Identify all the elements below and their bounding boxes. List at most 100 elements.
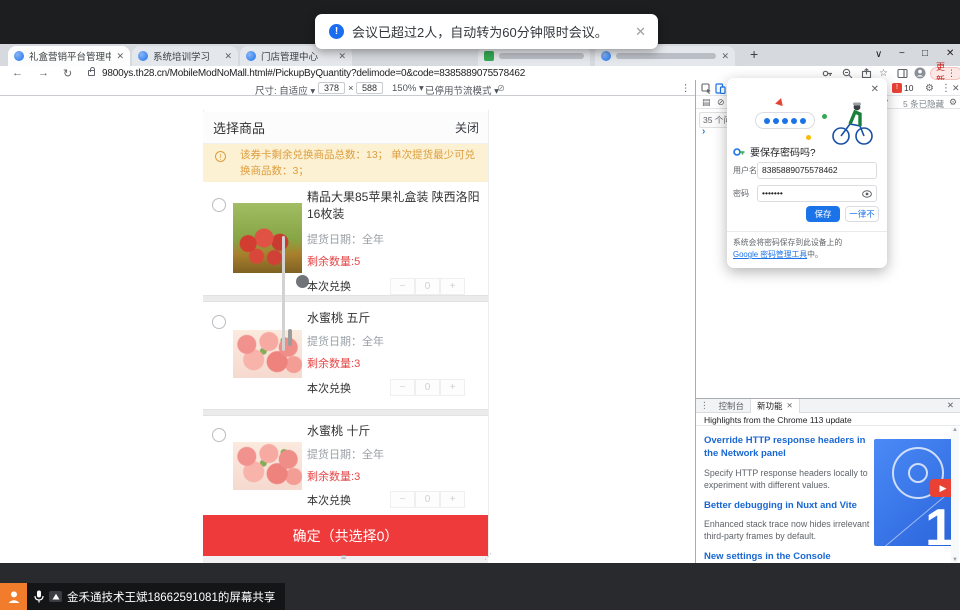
chrome-update-button[interactable]: 更新 ⋮ xyxy=(930,67,960,80)
browser-tab-5[interactable]: ✕ xyxy=(595,46,735,66)
share-pill: 金禾通技术王斌18662591081的屏幕共享 xyxy=(27,583,285,610)
tab-close-icon[interactable]: ✕ xyxy=(787,401,793,410)
whatsnew-link[interactable]: Override HTTP response headers in the Ne… xyxy=(704,435,872,461)
hidden-messages-label[interactable]: 5 条已隐藏 xyxy=(903,98,944,110)
confirm-button[interactable]: 确定（共选择0） xyxy=(203,515,488,556)
browser-tab-4[interactable] xyxy=(478,46,590,66)
show-password-eye-icon[interactable] xyxy=(862,190,872,198)
password-manager-link[interactable]: Google 密码管理工具 xyxy=(733,250,807,259)
console-settings-gear-icon[interactable]: ⚙ xyxy=(949,97,957,108)
never-save-button[interactable]: 一律不 xyxy=(845,206,879,222)
product-radio[interactable] xyxy=(212,428,226,442)
device-toolbar-menu-icon[interactable]: ⋮ xyxy=(681,83,691,94)
tab-close-icon[interactable]: ✕ xyxy=(721,51,729,62)
whatsnew-link[interactable]: New settings in the Console xyxy=(704,551,872,564)
google-key-icon xyxy=(733,146,745,158)
device-size-select[interactable]: 尺寸: 自适应 ▾ xyxy=(255,83,315,97)
qty-minus-button[interactable]: − xyxy=(390,278,415,295)
chrome-113-image: ▶ 1 xyxy=(874,439,956,546)
tab-whats-new[interactable]: 新功能 ✕ xyxy=(750,399,800,413)
devtools-settings-gear-icon[interactable]: ⚙ xyxy=(925,83,934,94)
username-field[interactable]: 8385889075578462 xyxy=(757,162,877,179)
product-card-3[interactable]: 水蜜桃 十斤 提货日期：全年 剩余数量:3 本次兑换 − 0 + xyxy=(203,416,488,515)
viewport-scrollbar-thumb[interactable] xyxy=(288,329,292,346)
qty-value[interactable]: 0 xyxy=(415,491,440,508)
microphone-icon[interactable] xyxy=(34,590,44,603)
meeting-toast: ! 会议已超过2人，自动转为60分钟限时会议。 ✕ xyxy=(315,14,658,49)
window-maximize-button[interactable]: □ xyxy=(922,48,928,59)
address-bar[interactable]: 9800ys.th28.cn/MobileModNoMall.html#/Pic… xyxy=(102,68,525,79)
devtools-menu-icon[interactable]: ⋮ xyxy=(941,83,951,94)
qty-plus-button[interactable]: + xyxy=(440,491,465,508)
yellow-dot xyxy=(806,135,811,140)
drawer-menu-icon[interactable]: ⋮ xyxy=(696,399,713,413)
qty-plus-button[interactable]: + xyxy=(440,379,465,396)
password-label: 密码 xyxy=(733,188,757,199)
save-password-button[interactable]: 保存 xyxy=(806,206,840,222)
modal-scrollbar-thumb[interactable] xyxy=(282,236,285,351)
product-card-1[interactable]: 精品大果85苹果礼盒装 陕西洛阳16枚装 提货日期：全年 剩余数量:5 本次兑换… xyxy=(203,182,488,295)
qty-minus-button[interactable]: − xyxy=(390,379,415,396)
reload-icon[interactable]: ↻ xyxy=(63,67,72,80)
error-count-badge[interactable]: ! 10 xyxy=(892,83,913,93)
whatsnew-link[interactable]: Better debugging in Nuxt and Vite xyxy=(704,500,872,513)
console-prompt[interactable]: › xyxy=(702,126,705,137)
profile-avatar[interactable] xyxy=(914,67,926,79)
card-separator xyxy=(203,409,488,416)
tab-console[interactable]: 控制台 xyxy=(713,399,751,413)
drawer-scrollbar[interactable]: ▲ ▼ xyxy=(951,427,959,563)
scroll-up-icon[interactable]: ▲ xyxy=(952,427,958,433)
back-icon[interactable]: ← xyxy=(12,67,23,79)
device-zoom-select[interactable]: 150% ▾ xyxy=(392,83,424,94)
info-icon: ! xyxy=(215,151,226,162)
modal-close-button[interactable]: 关闭 xyxy=(455,119,479,136)
remaining-qty: 剩余数量:5 xyxy=(307,253,481,269)
apples-photo xyxy=(233,203,302,273)
tab-close-icon[interactable]: ✕ xyxy=(116,51,124,62)
new-tab-button[interactable]: + xyxy=(750,46,758,62)
side-panel-icon[interactable] xyxy=(897,68,908,79)
tab-close-icon[interactable]: ✕ xyxy=(224,51,232,62)
save-password-dialog: ✕ 要保存密码吗? 用户名 838588907557846 xyxy=(727,78,887,268)
throttle-select[interactable]: 已停用节流模式 ▾ xyxy=(425,83,499,97)
window-close-button[interactable]: ✕ xyxy=(946,48,954,59)
drawer-close-icon[interactable]: ✕ xyxy=(947,400,954,411)
lock-icon[interactable] xyxy=(88,70,95,76)
console-sidebar-icon[interactable]: ▤ xyxy=(702,97,711,108)
console-clear-icon[interactable]: ⊘ xyxy=(717,97,725,108)
tab-close-icon[interactable]: ✕ xyxy=(338,51,346,62)
browser-tab-3[interactable]: 门店管理中心 ✕ xyxy=(240,46,352,66)
qty-minus-button[interactable]: − xyxy=(390,491,415,508)
qty-value[interactable]: 0 xyxy=(415,379,440,396)
product-radio[interactable] xyxy=(212,315,226,329)
drawer-tab-bar: ⋮ 控制台 新功能 ✕ ✕ xyxy=(696,399,960,413)
drag-handle-icon[interactable]: ≡ xyxy=(341,552,346,562)
browser-tab-2[interactable]: 系统培训学习 ✕ xyxy=(132,46,238,66)
product-card-2[interactable]: 水蜜桃 五斤 提货日期：全年 剩余数量:3 本次兑换 − 0 + xyxy=(203,302,488,409)
forward-icon[interactable]: → xyxy=(38,67,49,79)
window-minimize-button[interactable]: − xyxy=(899,48,905,59)
product-radio[interactable] xyxy=(212,198,226,212)
resize-corner-icon[interactable]: ⋰ xyxy=(484,552,492,561)
password-field[interactable]: ••••••• xyxy=(757,185,877,202)
info-icon: ! xyxy=(329,24,344,39)
error-icon: ! xyxy=(892,83,902,93)
toast-close-icon[interactable]: ✕ xyxy=(635,24,646,40)
card-separator xyxy=(203,295,488,302)
password-illustration xyxy=(727,92,887,148)
devtools-close-icon[interactable]: ✕ xyxy=(952,83,960,94)
device-width-input[interactable]: 378 xyxy=(318,82,345,94)
presenter-avatar xyxy=(0,583,27,610)
device-toggle-icon[interactable] xyxy=(715,83,726,94)
inspect-element-icon[interactable] xyxy=(701,83,712,94)
panel-right-edge xyxy=(488,110,489,556)
tab-title-obscured xyxy=(616,53,716,59)
qty-plus-button[interactable]: + xyxy=(440,278,465,295)
browser-tab-1[interactable]: 礼盒营销平台管理中心 ✕ xyxy=(8,46,130,66)
qty-value[interactable]: 0 xyxy=(415,278,440,295)
scroll-down-icon[interactable]: ▼ xyxy=(952,557,958,563)
device-height-input[interactable]: 588 xyxy=(356,82,383,94)
tab-search-chevron-icon[interactable]: ∨ xyxy=(875,49,882,60)
product-name: 水蜜桃 十斤 xyxy=(307,423,481,440)
red-triangle-shape xyxy=(775,97,785,106)
